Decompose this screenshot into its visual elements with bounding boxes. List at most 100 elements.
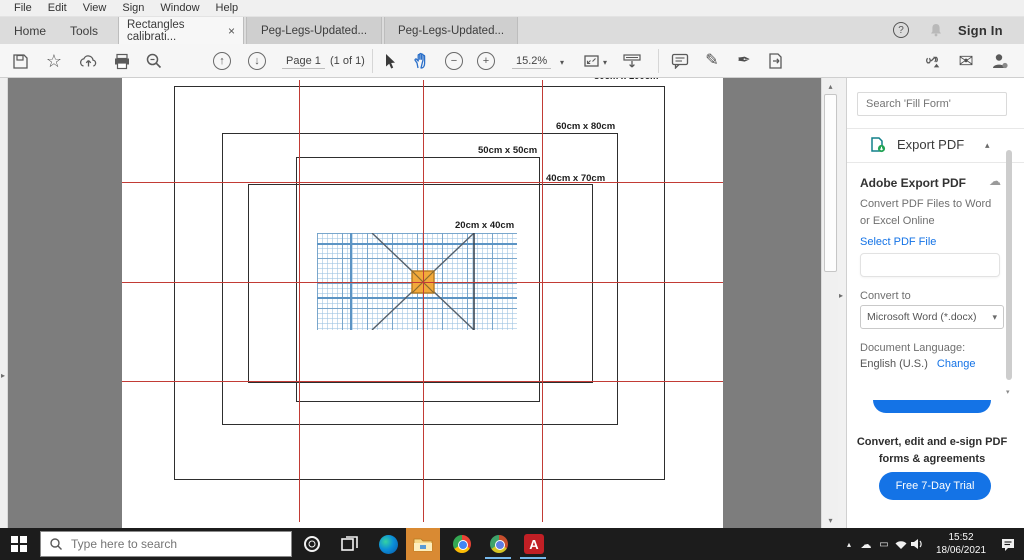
hand-tool-icon[interactable] [411, 51, 431, 71]
taskbar-search[interactable] [40, 531, 292, 557]
page-fit-icon[interactable] [582, 51, 602, 71]
fill-form-search-input[interactable] [857, 92, 1007, 116]
collapse-right-panel-icon[interactable]: ▸ [839, 291, 843, 300]
previous-page-icon[interactable]: ↑ [212, 51, 232, 71]
highlight-icon[interactable]: ✎ [702, 51, 722, 71]
select-pdf-file-link[interactable]: Select PDF File [860, 236, 936, 248]
tab-tools[interactable]: Tools [58, 17, 110, 44]
guide-line-vertical-left [299, 80, 300, 522]
taskbar-clock[interactable]: 15:52 18/06/2021 [930, 531, 992, 557]
file-explorer-icon[interactable] [411, 532, 435, 556]
wifi-icon[interactable] [893, 528, 909, 560]
cortana-icon[interactable] [300, 532, 324, 556]
fit-width-icon[interactable] [622, 51, 642, 71]
zoom-level-input[interactable]: 15.2% [512, 55, 551, 69]
zoom-dropdown-icon[interactable]: ▾ [560, 58, 564, 67]
guide-line-vertical-center [423, 80, 424, 522]
edge-browser-icon[interactable] [376, 532, 400, 556]
volume-icon[interactable] [909, 528, 925, 560]
task-view-icon[interactable] [338, 532, 362, 556]
rect-label-20x40: 20cm x 40cm [455, 220, 514, 231]
windows-taskbar: A ▴ ☁ ▭ 15:52 18/06/2021 [0, 528, 1024, 560]
document-scrollbar[interactable]: ▴ ▾ [821, 78, 838, 528]
panel-scrollbar-thumb[interactable] [1006, 150, 1012, 380]
pdf-viewport[interactable]: 80cm x 100cm 60cm x 80cm 50cm x 50cm 40c… [8, 78, 838, 528]
guide-line-vertical-right [542, 80, 543, 522]
tab-home[interactable]: Home [6, 17, 54, 44]
menu-window[interactable]: Window [152, 2, 207, 14]
onedrive-cloud-icon[interactable]: ☁ [858, 528, 874, 560]
tab-rectangles-calibration[interactable]: Rectangles calibrati... × [118, 17, 244, 44]
main-toolbar: ☆ ↑ ↓ Page 1 (1 of 1) − + 15.2% ▾ ▾ [0, 44, 1024, 78]
bell-icon[interactable] [928, 22, 944, 38]
change-language-link[interactable]: Change [937, 358, 976, 370]
chrome-profile-icon[interactable] [487, 532, 511, 556]
guide-line-horizontal-top [122, 182, 723, 183]
guide-line-horizontal-center [122, 282, 723, 283]
format-dropdown-value: Microsoft Word (*.docx) [867, 311, 988, 323]
zoom-out-icon[interactable]: − [444, 51, 464, 71]
scroll-down-icon[interactable]: ▾ [822, 513, 838, 527]
print-icon[interactable] [112, 51, 132, 71]
menu-view[interactable]: View [75, 2, 115, 14]
share-link-icon[interactable] [922, 51, 942, 71]
selected-file-box[interactable] [860, 253, 1000, 277]
taskbar-search-input[interactable] [71, 537, 261, 551]
next-page-icon[interactable]: ↓ [247, 51, 267, 71]
fill-sign-icon[interactable]: ✒ [734, 51, 754, 71]
help-icon[interactable]: ? [893, 22, 909, 38]
export-pdf-label: Export PDF [897, 137, 964, 152]
search-icon [49, 537, 63, 551]
acrobat-icon[interactable]: A [522, 532, 546, 556]
menu-file[interactable]: File [6, 2, 40, 14]
rect-label-50x50: 50cm x 50cm [478, 145, 537, 156]
menu-edit[interactable]: Edit [40, 2, 75, 14]
scrollbar-thumb[interactable] [824, 94, 837, 272]
tab-label: Peg-Legs-Updated... [398, 25, 504, 37]
date-label: 18/06/2021 [930, 544, 992, 557]
action-center-icon[interactable] [998, 528, 1018, 560]
account-person-icon[interactable] [990, 51, 1010, 71]
email-icon[interactable]: ✉ [956, 51, 976, 71]
tab-bar: Home Tools Rectangles calibrati... × Peg… [0, 17, 1024, 44]
convert-button-clipped[interactable] [873, 400, 991, 413]
tab-peg-legs-2[interactable]: Peg-Legs-Updated... [384, 17, 518, 44]
star-favorites-icon[interactable]: ☆ [44, 51, 64, 71]
chevron-up-icon[interactable]: ▴ [985, 140, 990, 151]
search-icon[interactable] [144, 51, 164, 71]
tools-panel: Export PDF ▴ Adobe Export PDF ☁ Convert … [846, 78, 1024, 528]
page-number-input[interactable]: Page 1 [282, 55, 325, 69]
tab-peg-legs-1[interactable]: Peg-Legs-Updated... [246, 17, 382, 44]
save-icon[interactable] [10, 51, 30, 71]
export-pdf-section-header[interactable]: Export PDF ▴ [847, 130, 1024, 160]
scroll-up-icon[interactable]: ▴ [822, 79, 838, 93]
sign-in-button[interactable]: Sign In [958, 23, 1003, 38]
comment-icon[interactable] [670, 51, 690, 71]
acrobat-window: File Edit View Sign Window Help Home Too… [0, 0, 1024, 560]
cloud-upload-icon[interactable] [78, 51, 98, 71]
cloud-service-icon: ☁ [989, 174, 1001, 188]
format-dropdown[interactable]: Microsoft Word (*.docx) ▾ [860, 305, 1004, 329]
zoom-in-icon[interactable]: + [476, 51, 496, 71]
expand-left-panel-icon[interactable]: ▸ [1, 371, 5, 380]
open-app-indicator [485, 557, 511, 559]
adobe-export-pdf-heading: Adobe Export PDF [860, 176, 966, 190]
tab-label: Rectangles calibrati... [127, 19, 220, 43]
select-tool-icon[interactable] [380, 51, 400, 71]
free-trial-button[interactable]: Free 7-Day Trial [879, 472, 991, 500]
panel-scrollbar[interactable]: ▾ [1005, 130, 1013, 415]
menu-help[interactable]: Help [208, 2, 247, 14]
panel-scroll-down-icon[interactable]: ▾ [1006, 388, 1010, 396]
document-language-value: English (U.S.) [860, 358, 928, 370]
fit-dropdown-icon[interactable]: ▾ [603, 58, 607, 67]
close-icon[interactable]: × [228, 25, 235, 37]
page-count-label: (1 of 1) [330, 55, 365, 67]
chrome-icon[interactable] [450, 532, 474, 556]
menu-sign[interactable]: Sign [114, 2, 152, 14]
export-description: Convert PDF Files to Word or Excel Onlin… [860, 196, 1010, 230]
time-label: 15:52 [930, 531, 992, 544]
start-button[interactable] [11, 536, 27, 552]
tray-expand-icon[interactable]: ▴ [842, 528, 856, 560]
export-convert-icon[interactable] [766, 51, 786, 71]
battery-icon[interactable]: ▭ [876, 528, 892, 560]
